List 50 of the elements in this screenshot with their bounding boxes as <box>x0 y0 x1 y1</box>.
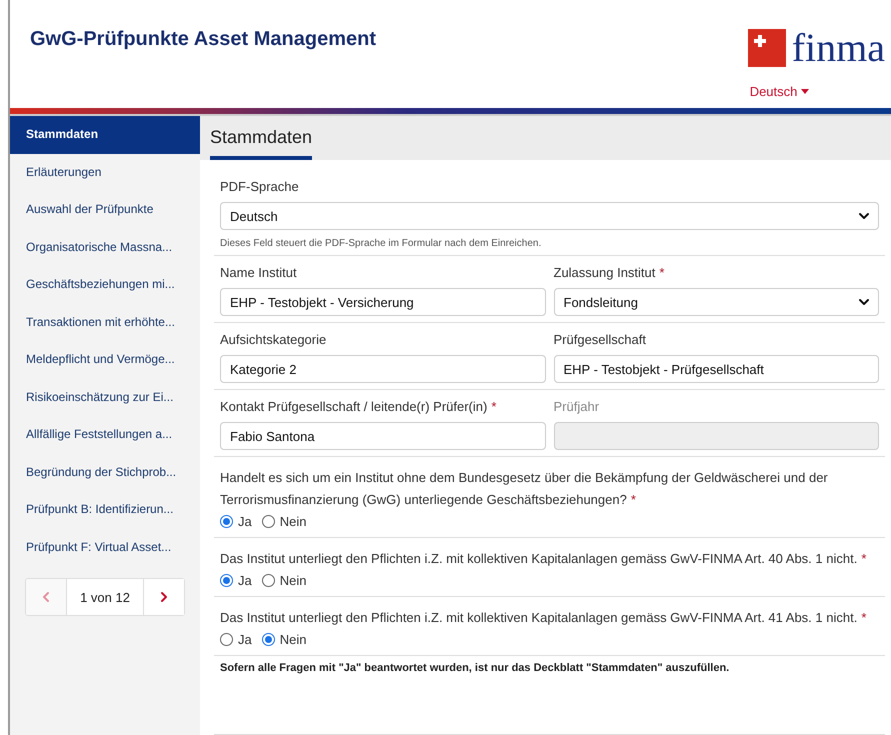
radio-icon[interactable] <box>262 633 275 646</box>
sidebar-item[interactable]: Transaktionen mit erhöhte... <box>10 304 200 341</box>
finma-logo: finma <box>748 28 885 68</box>
radio-option[interactable]: Nein <box>262 514 306 529</box>
question-text: Handelt es sich um ein Institut ohne dem Bundesgesetz über die Bekämpfung der Geldwäscherei und der Terrorismusfinanzierung (GwG) unterliegende Geschäftsbeziehungen? * <box>220 469 829 509</box>
language-dropdown[interactable]: Deutsch <box>750 84 810 99</box>
radio-option[interactable]: Nein <box>262 573 306 588</box>
radio-option[interactable]: Ja <box>220 573 252 588</box>
select-field[interactable]: Deutsch <box>220 202 879 230</box>
sidebar-item[interactable]: Allfällige Feststellungen a... <box>10 416 200 454</box>
field-label: Aufsichtskategorie <box>220 332 326 347</box>
field-hint: Dieses Feld steuert die PDF-Sprache im Formular nach dem Einreichen. <box>220 238 542 249</box>
input-field[interactable]: EHP - Testobjekt - Prüfgesellschaft <box>554 355 879 383</box>
required-mark: * <box>659 265 664 280</box>
sidebar-item[interactable]: Erläuterungen <box>10 154 200 191</box>
required-mark: * <box>491 399 496 414</box>
field-label: Name Institut <box>220 265 297 280</box>
question-text: Das Institut unterliegt den Pflichten i.Z. mit kollektiven Kapitalanlagen gemäss GwV-FINMA Art. 41 Abs. 1 nicht. * <box>220 609 868 627</box>
question-text: Das Institut unterliegt den Pflichten i.Z. mit kollektiven Kapitalanlagen gemäss GwV-FINMA Art. 40 Abs. 1 nicht. * <box>220 550 868 568</box>
field-label: PDF-Sprache <box>220 179 300 194</box>
sidebar-item[interactable]: Prüfpunkt B: Identifizierun... <box>10 491 200 528</box>
field-label: Prüfgesellschaft <box>554 332 646 347</box>
radio-option[interactable]: Ja <box>220 514 252 529</box>
sidebar-item[interactable]: Geschäftsbeziehungen mi... <box>10 266 200 304</box>
field-label: Kontakt Prüfgesellschaft / leitende(r) Prüfer(in) <box>220 399 488 414</box>
radio-option[interactable]: Nein <box>262 632 306 647</box>
note-text: Sofern alle Fragen mit "Ja" beantwortet wurden, ist nur das Deckblatt "Stammdaten" auszufüllen. <box>220 662 730 676</box>
input-field[interactable]: Fabio Santona <box>220 422 546 450</box>
radio-icon[interactable] <box>262 574 275 587</box>
caret-icon <box>801 89 810 94</box>
sidebar-item[interactable]: Stammdaten <box>10 116 200 154</box>
radio-option[interactable]: Ja <box>220 632 252 647</box>
radio-icon[interactable] <box>220 574 233 587</box>
sidebar-item[interactable]: Prüfpunkt F: Virtual Asset... <box>10 528 200 566</box>
input-field[interactable]: Kategorie 2 <box>220 355 546 383</box>
sidebar-item[interactable]: Organisatorische Massna... <box>10 228 200 266</box>
radio-icon[interactable] <box>220 633 233 646</box>
input-field[interactable] <box>554 422 879 450</box>
sidebar-item[interactable]: Meldepflicht und Vermöge... <box>10 341 200 378</box>
field-label: Zulassung Institut <box>554 265 656 280</box>
radio-icon[interactable] <box>262 515 275 528</box>
sidebar-item[interactable]: Auswahl der Prüfpunkte <box>10 191 200 228</box>
sidebar-item[interactable]: Begründung der Stichprob... <box>10 454 200 491</box>
page-title: GwG-Prüfpunkte Asset Management <box>30 28 376 52</box>
sidebar-item[interactable]: Risikoeinschätzung zur Ei... <box>10 378 200 416</box>
select-field[interactable]: Fondsleitung <box>554 288 879 316</box>
section-tab[interactable]: Stammdaten <box>210 127 312 160</box>
input-field[interactable]: EHP - Testobjekt - Versicherung <box>220 288 546 316</box>
field-label: Prüfjahr <box>554 399 600 414</box>
radio-icon[interactable] <box>220 515 233 528</box>
